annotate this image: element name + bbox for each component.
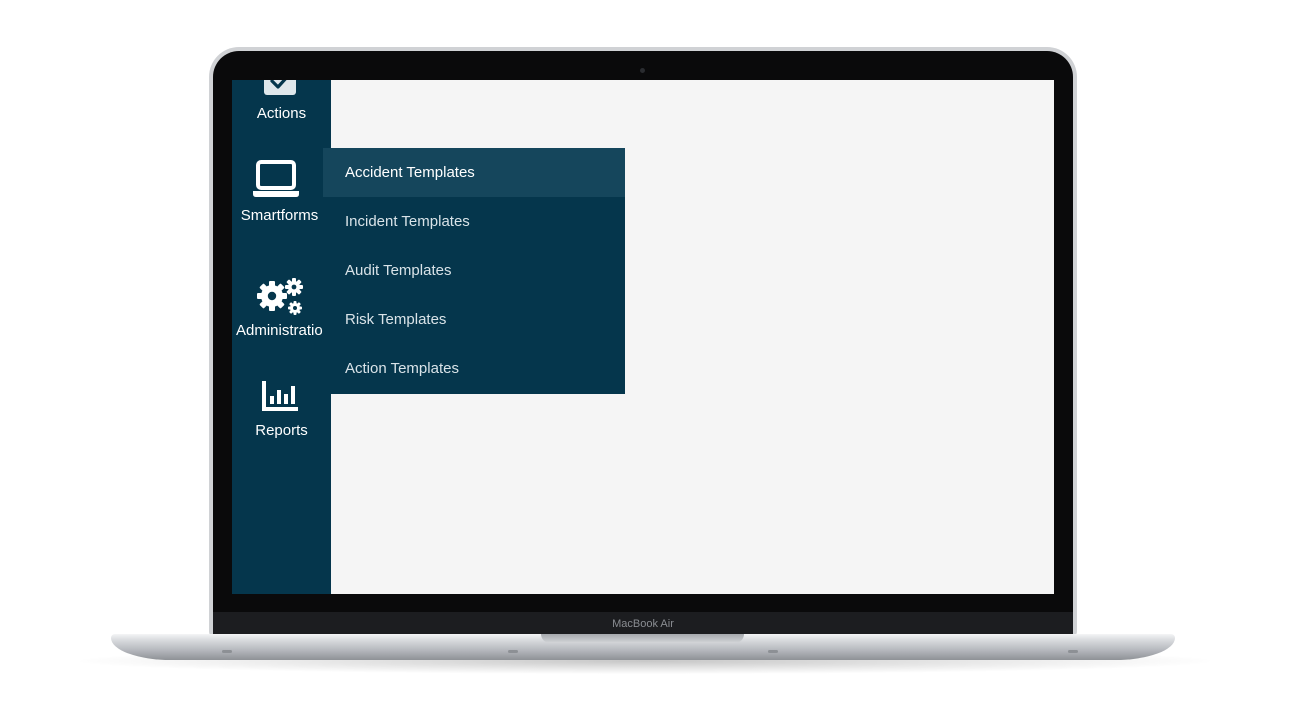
laptop-foot [768, 650, 778, 653]
laptop-foot [508, 650, 518, 653]
submenu-item-incident-templates[interactable]: Incident Templates [323, 197, 625, 246]
sidebar-item-label: Actions [256, 105, 307, 122]
app-screen: Actions Smartforms Administratio Reports… [232, 80, 1054, 594]
laptop-notch [541, 634, 744, 643]
sidebar-item-smartforms[interactable]: Smartforms [232, 152, 331, 232]
sidebar-item-reports[interactable]: Reports [232, 376, 331, 456]
check-square-icon [264, 80, 296, 95]
gears-icon [257, 278, 303, 315]
laptop-icon [253, 160, 299, 197]
device-brand-label: MacBook Air [612, 618, 674, 630]
sidebar-item-actions[interactable]: Actions [232, 80, 331, 140]
sidebar-item-label: Reports [255, 422, 308, 439]
sidebar-item-label: Administratio [236, 322, 323, 339]
submenu-item-accident-templates[interactable]: Accident Templates [323, 148, 625, 197]
sidebar: Actions Smartforms Administratio Reports [232, 80, 331, 594]
submenu-item-action-templates[interactable]: Action Templates [323, 344, 625, 393]
submenu-item-audit-templates[interactable]: Audit Templates [323, 246, 625, 295]
camera-icon [640, 68, 645, 73]
laptop-foot [1068, 650, 1078, 653]
submenu-item-risk-templates[interactable]: Risk Templates [323, 295, 625, 344]
bar-chart-icon [262, 381, 298, 411]
sidebar-item-administration[interactable]: Administratio [232, 270, 331, 350]
sidebar-item-label: Smartforms [240, 207, 319, 224]
laptop-foot [222, 650, 232, 653]
smartforms-submenu: Accident Templates Incident Templates Au… [323, 148, 625, 394]
